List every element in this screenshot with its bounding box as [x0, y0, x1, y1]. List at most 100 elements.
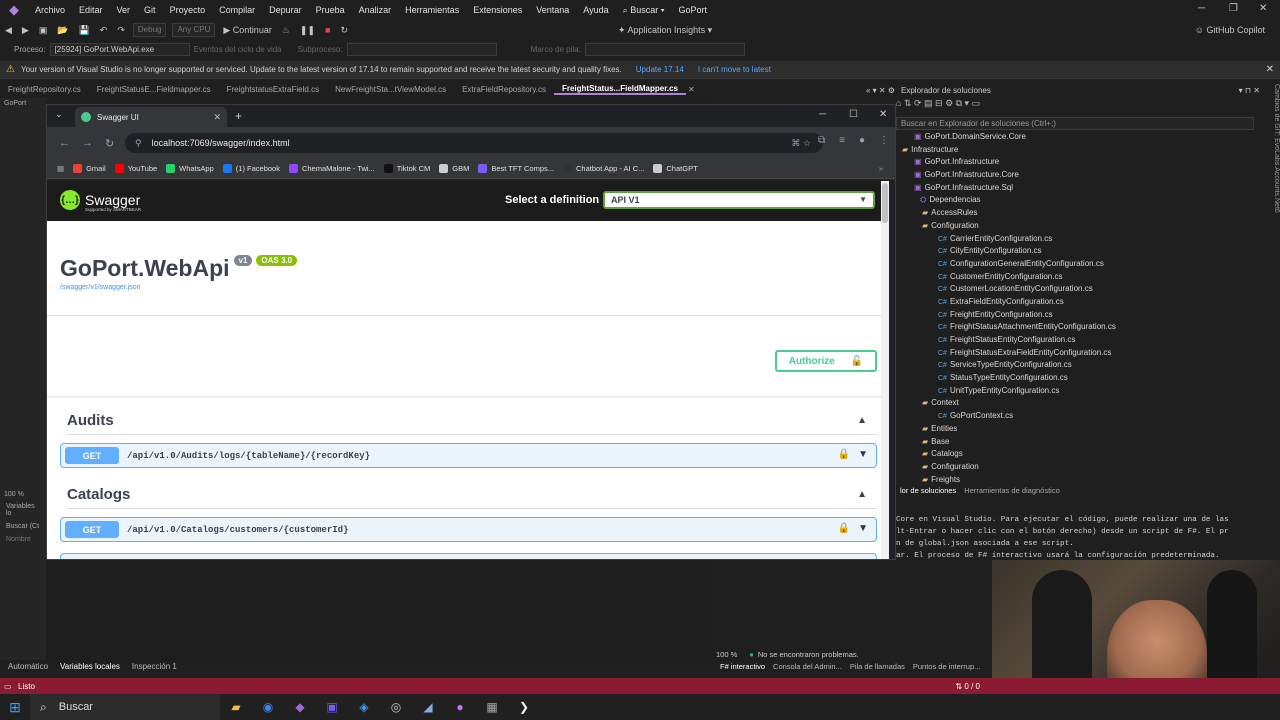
menu-compilar[interactable]: Compilar: [212, 5, 262, 15]
tab-call-stack[interactable]: Pila de llamadas: [846, 662, 909, 671]
doc-tab[interactable]: FreightstatusExtraField.cs: [219, 85, 327, 94]
authorize-button[interactable]: Authorize 🔓: [775, 350, 877, 372]
extensions-icon[interactable]: ⧉: [818, 135, 825, 146]
status-position[interactable]: ⇅ 0 / 0: [955, 682, 980, 691]
taskbar-search[interactable]: ⌕ Buscar: [30, 694, 220, 720]
chrome-icon[interactable]: ◉: [252, 694, 284, 720]
restart-icon[interactable]: ↻: [335, 25, 353, 36]
doc-tab[interactable]: ExtraFieldRepository.cs: [454, 85, 554, 94]
doc-tab-active[interactable]: FreightStatus...FieldMapper.cs: [553, 84, 687, 95]
app-insights-button[interactable]: ✦ Application Insights ▾: [613, 25, 717, 36]
github-icon[interactable]: ◎: [380, 694, 412, 720]
tree-item[interactable]: C# FreightEntityConfiguration.cs: [896, 309, 1260, 322]
left-strip-zoom[interactable]: 100 %: [0, 489, 46, 500]
menu-herramientas[interactable]: Herramientas: [398, 5, 466, 15]
site-info-icon[interactable]: ⚲: [135, 138, 142, 149]
config-combo[interactable]: Debug: [132, 23, 167, 37]
tree-item[interactable]: C# FreightStatusEntityConfiguration.cs: [896, 334, 1260, 347]
operation-next[interactable]: [60, 553, 877, 559]
process-combo[interactable]: [25924] GoPort.WebApi.exe: [49, 42, 190, 56]
bookmark-item[interactable]: ChatGPT: [653, 164, 698, 173]
restore-icon[interactable]: ❐: [1229, 3, 1238, 14]
tree-item[interactable]: C# ConfigurationGeneralEntityConfiguratio…: [896, 258, 1260, 271]
menu-ayuda[interactable]: Ayuda: [576, 5, 615, 15]
continue-button[interactable]: ▶ Continuar: [218, 25, 276, 36]
info-close-icon[interactable]: ✕: [1266, 64, 1274, 75]
file-explorer-icon[interactable]: ▰: [220, 694, 252, 720]
stop-icon[interactable]: ■: [320, 25, 335, 35]
browser-back-icon[interactable]: ←: [59, 137, 70, 149]
browser-maximize-icon[interactable]: ☐: [849, 109, 858, 120]
menu-proyecto[interactable]: Proyecto: [163, 5, 213, 15]
tree-item[interactable]: C# UnitTypeEntityConfiguration.cs: [896, 385, 1260, 398]
section-header[interactable]: Catalogs ▲: [67, 481, 877, 509]
panel-controls-icon[interactable]: ▾ ⊓ ✕: [1239, 86, 1260, 95]
tree-item[interactable]: ▣ GoPort.Infrastructure.Core: [896, 169, 1260, 182]
tree-item[interactable]: C# CustomerLocationEntityConfiguration.cs: [896, 283, 1260, 296]
doc-tab[interactable]: FreightRepository.cs: [0, 85, 89, 94]
lock-icon[interactable]: 🔒: [838, 449, 850, 460]
tree-item[interactable]: C# GoPortContext.cs: [896, 410, 1260, 423]
bookmark-item[interactable]: Gmail: [73, 164, 106, 173]
terminal-icon[interactable]: ❯: [508, 694, 540, 720]
tree-item[interactable]: C# CarrierEntityConfiguration.cs: [896, 233, 1260, 246]
locals-search[interactable]: Buscar (Ct: [0, 520, 46, 533]
tab-inspeccion[interactable]: Inspección 1: [124, 662, 181, 671]
doc-tab[interactable]: NewFreightSta...tViewModel.cs: [327, 85, 454, 94]
bookmark-item[interactable]: YouTube: [114, 164, 157, 173]
git-changes-vertical-tab[interactable]: Cambios de GIT: EvoLabs.Accounts.Net6: [1262, 84, 1280, 284]
tab-overflow-icon[interactable]: « ▾ ✕ ⚙: [866, 86, 895, 95]
tab-search-icon[interactable]: ⌄: [55, 109, 63, 120]
tree-item[interactable]: ▰ Configuration: [896, 220, 1260, 233]
tree-item[interactable]: C# ServiceTypeEntityConfiguration.cs: [896, 359, 1260, 372]
save-icon[interactable]: 💾: [74, 25, 95, 36]
close-icon[interactable]: ✕: [1259, 3, 1267, 14]
operation-get-customer[interactable]: GET /api/v1.0/Catalogs/customers/{custom…: [60, 517, 877, 542]
tree-item[interactable]: ▰ Catalogs: [896, 448, 1260, 461]
minimize-icon[interactable]: ─: [1198, 3, 1205, 14]
platform-combo[interactable]: Any CPU: [172, 23, 216, 37]
fsi-zoom[interactable]: 100 %: [716, 650, 737, 659]
bookmark-item[interactable]: Chatbot App - AI C...: [563, 164, 644, 173]
app-icon[interactable]: ◢: [412, 694, 444, 720]
address-bar[interactable]: ⚲ localhost:7069/swagger/index.html ⌘ ☆: [125, 133, 823, 153]
undo-icon[interactable]: ↶: [95, 25, 113, 36]
tree-item[interactable]: C# FreightStatusExtraFieldEntityConfigura…: [896, 347, 1260, 360]
page-scrollbar[interactable]: [881, 181, 889, 559]
terminal-app-icon[interactable]: ▣: [316, 694, 348, 720]
tree-item[interactable]: C# StatusTypeEntityConfiguration.cs: [896, 372, 1260, 385]
tab-diagnostic-tools[interactable]: Herramientas de diagnóstico: [960, 486, 1063, 496]
browser-menu-icon[interactable]: ⋮: [879, 135, 889, 146]
hot-reload-icon[interactable]: ♨: [277, 25, 295, 36]
doc-tab[interactable]: FreightStatusE...Fieldmapper.cs: [89, 85, 219, 94]
messenger-icon[interactable]: ●: [444, 694, 476, 720]
browser-tab-swagger[interactable]: Swagger UI ✕: [75, 107, 227, 127]
definition-select[interactable]: API V1 ▼: [603, 191, 875, 209]
search-menu[interactable]: ⌕ Buscar ▾: [616, 5, 672, 16]
menu-prueba[interactable]: Prueba: [309, 5, 352, 15]
bookmark-item[interactable]: Best TFT Comps...: [478, 164, 554, 173]
visual-studio-icon[interactable]: ◆: [284, 694, 316, 720]
spec-link[interactable]: /swagger/v1/swagger.json: [60, 284, 297, 291]
menu-depurar[interactable]: Depurar: [262, 5, 309, 15]
tree-item[interactable]: ▣ GoPort.Infrastructure.Sql: [896, 182, 1260, 195]
tree-item[interactable]: C# CityEntityConfiguration.cs: [896, 245, 1260, 258]
tab-variables-locales[interactable]: Variables locales: [52, 662, 124, 671]
menu-git[interactable]: Git: [137, 5, 163, 15]
tab-solution-explorer[interactable]: lor de soluciones: [896, 486, 960, 496]
new-file-icon[interactable]: ▣: [34, 25, 53, 36]
section-header[interactable]: Audits ▲: [67, 407, 877, 435]
tree-item[interactable]: ▰ Context: [896, 397, 1260, 410]
menu-archivo[interactable]: Archivo: [28, 5, 72, 15]
back-icon[interactable]: ◀: [0, 25, 17, 36]
menu-editar[interactable]: Editar: [72, 5, 110, 15]
tree-item[interactable]: ▣ GoPort.Infrastructure: [896, 156, 1260, 169]
translate-bookmark-icons[interactable]: ⌘ ☆: [791, 138, 811, 149]
pause-icon[interactable]: ❚❚: [295, 25, 320, 36]
sol-toolbar-icons[interactable]: ⌂ ⇅ ⟳ ▤ ⊟ ⚙ ⧉ ▾ ▭: [896, 98, 980, 108]
update-link[interactable]: Update 17.14: [636, 65, 684, 74]
doc-tab-close-icon[interactable]: ✕: [688, 85, 695, 94]
bookmark-item[interactable]: GBM: [439, 164, 469, 173]
tree-item[interactable]: C# CustomerEntityConfiguration.cs: [896, 271, 1260, 284]
tab-admin-console[interactable]: Consola del Admin...: [769, 662, 846, 671]
